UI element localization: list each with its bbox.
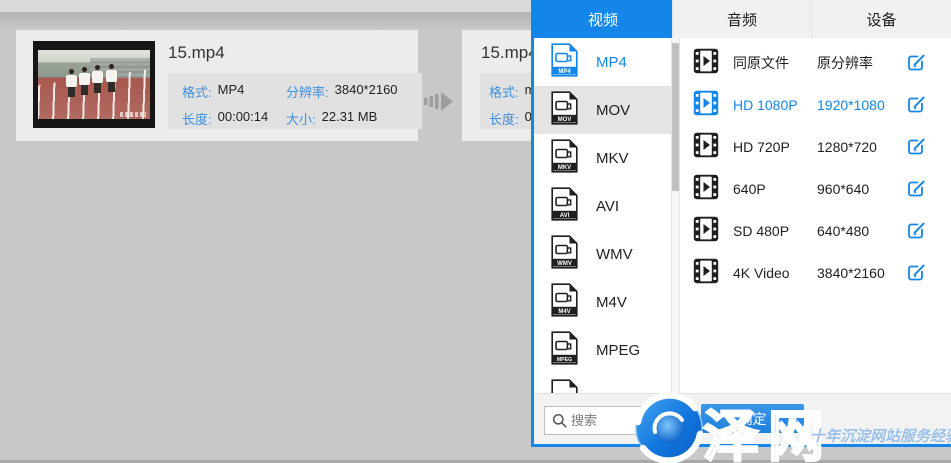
search-box[interactable] [544, 406, 677, 435]
quality-name: 640P [733, 181, 817, 197]
edit-settings-icon[interactable] [905, 52, 927, 74]
video-thumbnail [33, 41, 155, 128]
quality-resolution: 3840*2160 [817, 265, 885, 281]
quality-list: 同原文件 原分辨率 [680, 38, 951, 393]
m4v-file-icon: M4V [550, 283, 579, 322]
format-label: M4V [596, 294, 627, 311]
edit-settings-icon[interactable] [905, 220, 927, 242]
duration-value: 00:00:14 [218, 109, 269, 128]
edit-settings-icon[interactable] [905, 136, 927, 158]
thumbnail-person [66, 69, 77, 97]
mp4-file-icon: MP4 [550, 43, 579, 82]
quality-row-640p[interactable]: 640P 960*640 [680, 168, 951, 210]
film-icon [693, 132, 719, 163]
convert-arrow-icon [424, 91, 454, 117]
search-strip: 确定 [534, 393, 951, 444]
resolution-value: 3840*2160 [335, 82, 398, 101]
format-label: MPEG [596, 342, 640, 359]
mpeg-file-icon: MPEG [550, 331, 579, 370]
thumbnail-watermark [120, 112, 146, 117]
scrollbar-thumb[interactable] [672, 43, 679, 191]
format-label: WMV [596, 246, 633, 263]
film-icon [693, 174, 719, 205]
tab-video[interactable]: 视频 [534, 0, 673, 38]
wmv-file-icon: WMV [550, 235, 579, 274]
film-icon [693, 258, 719, 289]
format-label: AVI [596, 198, 619, 215]
quality-resolution: 960*640 [817, 181, 869, 197]
thumbnail-person [92, 65, 103, 93]
edit-settings-icon[interactable] [905, 262, 927, 284]
format-label: MKV [596, 150, 629, 167]
format-label: 格式: [182, 82, 212, 101]
avi-file-icon: AVI [550, 187, 579, 226]
format-tabs: 视频 音频 设备 [534, 0, 951, 38]
format-item-m4v[interactable]: M4V M4V [534, 278, 671, 326]
film-icon [693, 48, 719, 79]
quality-row-4k[interactable]: 4K Video 3840*2160 [680, 252, 951, 294]
quality-row-hd1080p[interactable]: HD 1080P 1920*1080 [680, 84, 951, 126]
thumbnail-person [79, 67, 90, 95]
thumbnail-photo [38, 50, 150, 119]
svg-text:MP4: MP4 [558, 68, 571, 74]
duration-label: 长度: [182, 109, 212, 128]
format-value: MP4 [218, 82, 245, 101]
format-label: 格式: [489, 82, 519, 101]
quality-resolution: 原分辨率 [817, 53, 873, 73]
tab-audio[interactable]: 音频 [673, 0, 812, 38]
size-value: 22.31 MB [322, 109, 378, 128]
file-card-source[interactable]: 15.mp4 格式:MP4 分辨率:3840*2160 长度:00:00:14 … [16, 30, 418, 141]
source-info-box: 格式: MP4 分辨率: 3840*2160 长度: 00:00:14 大小: 22.3… [168, 73, 422, 129]
size-label: 大小: [286, 109, 316, 128]
quality-name: HD 720P [733, 139, 817, 155]
format-sidebar: MP4 MP4 MOV MOV [534, 38, 671, 393]
quality-name: 4K Video [733, 265, 817, 281]
edit-settings-icon[interactable] [905, 94, 927, 116]
edit-settings-icon[interactable] [905, 178, 927, 200]
format-item-mp4[interactable]: MP4 MP4 [534, 38, 671, 86]
format-label: MOV [596, 102, 630, 119]
quality-name: HD 1080P [733, 97, 817, 113]
quality-resolution: 1280*720 [817, 139, 877, 155]
search-input[interactable] [571, 407, 673, 434]
format-item-wmv[interactable]: WMV WMV [534, 230, 671, 278]
svg-text:WMV: WMV [557, 260, 572, 266]
resolution-label: 分辨率: [286, 82, 329, 101]
target-file-name: 15.mp4 [481, 43, 538, 63]
quality-row-hd720p[interactable]: HD 720P 1280*720 [680, 126, 951, 168]
confirm-button[interactable]: 确定 [701, 404, 804, 433]
svg-text:MPEG: MPEG [557, 356, 572, 362]
format-item-mkv[interactable]: MKV MKV [534, 134, 671, 182]
format-label: MP4 [596, 54, 627, 71]
quality-row-original[interactable]: 同原文件 原分辨率 [680, 42, 951, 84]
search-icon [552, 413, 568, 434]
format-item-mpeg[interactable]: MPEG MPEG [534, 326, 671, 374]
source-file-name: 15.mp4 [168, 43, 225, 63]
quality-resolution: 1920*1080 [817, 97, 885, 113]
svg-text:AVI: AVI [560, 212, 570, 218]
svg-text:MKV: MKV [558, 164, 571, 170]
film-icon [693, 90, 719, 121]
svg-text:MOV: MOV [558, 116, 572, 122]
quality-name: SD 480P [733, 223, 817, 239]
thumbnail-person [106, 64, 117, 92]
svg-text:M4V: M4V [558, 308, 570, 314]
quality-name: 同原文件 [733, 53, 817, 73]
format-list-scrollbar[interactable] [671, 38, 680, 393]
quality-resolution: 640*480 [817, 223, 869, 239]
format-item-mov[interactable]: MOV MOV [534, 86, 671, 134]
tab-device[interactable]: 设备 [812, 0, 951, 38]
duration-label: 长度: [489, 109, 519, 128]
mkv-file-icon: MKV [550, 139, 579, 178]
mov-file-icon: MOV [550, 91, 579, 130]
quality-row-sd480p[interactable]: SD 480P 640*480 [680, 210, 951, 252]
film-icon [693, 216, 719, 247]
format-panel: 视频 音频 设备 MP4 MP4 [531, 0, 951, 447]
format-item-avi[interactable]: AVI AVI [534, 182, 671, 230]
